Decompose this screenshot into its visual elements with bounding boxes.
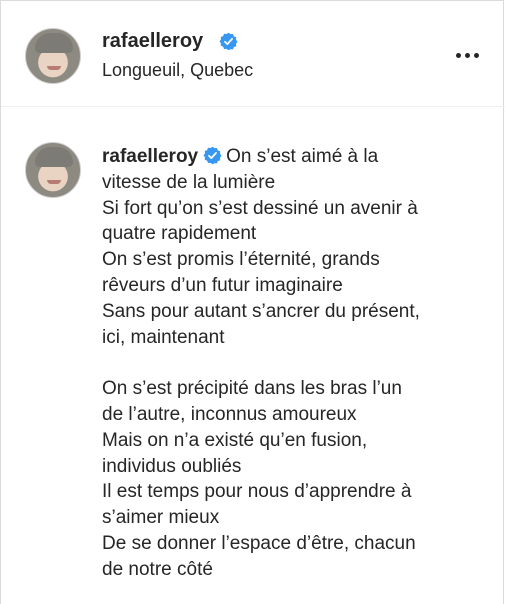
verified-badge-icon	[219, 32, 238, 51]
caption-first-line: On s’est aimé à la	[226, 146, 379, 167]
post-caption: rafaelleroy On s’est aimé à la vitesse de…	[102, 144, 492, 583]
post-header: rafaelleroy Longueuil, Quebec	[1, 1, 505, 107]
location-link[interactable]: Longueuil, Quebec	[102, 60, 253, 81]
caption-username[interactable]: rafaelleroy	[102, 146, 198, 167]
header-username[interactable]: rafaelleroy	[102, 30, 203, 53]
profile-avatar[interactable]	[25, 28, 81, 84]
caption-body: vitesse de la lumière Si fort qu’on s’es…	[102, 171, 420, 580]
caption-avatar[interactable]	[25, 142, 81, 198]
more-options-icon[interactable]	[456, 51, 482, 61]
post-panel: rafaelleroy Longueuil, Quebec rafaellero…	[0, 0, 505, 604]
verified-badge-icon	[203, 146, 222, 165]
